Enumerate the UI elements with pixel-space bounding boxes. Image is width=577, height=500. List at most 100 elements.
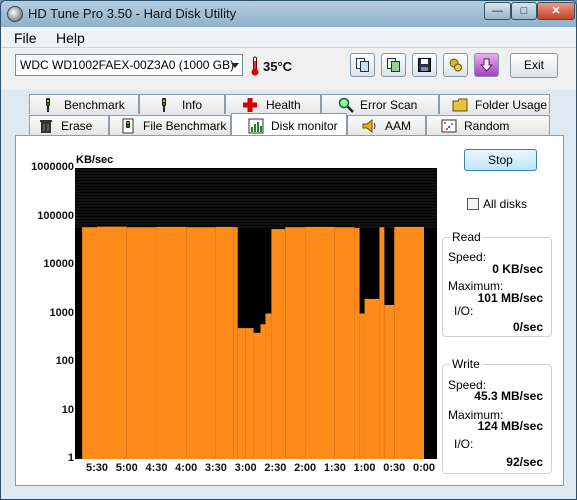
disk-activity-chart — [75, 168, 437, 459]
drive-select-value: WDC WD1002FAEX-00Z3A0 (1000 GB) — [20, 58, 235, 72]
tab-error-scan[interactable]: Error Scan — [321, 94, 439, 114]
write-bar — [237, 328, 246, 459]
write-bar — [394, 226, 424, 459]
write-bar — [82, 227, 97, 459]
tab-file-benchmark[interactable]: File Benchmark — [109, 115, 231, 135]
maximize-button[interactable]: □ — [511, 2, 537, 20]
write-bar — [384, 304, 395, 459]
write-bar — [253, 332, 261, 459]
disk-monitor-panel: KB/sec 1000000 100000 10000 1000 100 10 1 5:30… — [15, 135, 564, 486]
app-icon — [7, 6, 23, 22]
write-bar — [265, 313, 272, 459]
menu-help[interactable]: Help — [56, 30, 85, 46]
app-window: HD Tune Pro 3.50 - Hard Disk Utility — □… — [0, 0, 577, 500]
tab-erase-label: Erase — [61, 119, 93, 133]
trash-icon — [40, 120, 52, 133]
read-speed-label: Speed: — [448, 250, 487, 264]
x-tick-label: 4:00 — [175, 462, 198, 474]
options-button[interactable] — [443, 53, 468, 77]
write-bar — [156, 226, 187, 459]
tab-aam-label: AAM — [385, 119, 412, 133]
x-tick-label: 5:30 — [86, 462, 109, 474]
thermometer-icon — [251, 56, 259, 76]
benchmark-icon — [46, 98, 50, 112]
info-icon — [162, 98, 166, 112]
write-io-value: 92/sec — [506, 455, 543, 469]
x-tick-label: 2:30 — [264, 462, 287, 474]
write-bar — [186, 227, 216, 459]
exit-button[interactable]: Exit — [510, 53, 558, 78]
tab-erase[interactable]: Erase — [29, 115, 109, 135]
write-speed-value: 45.3 MB/sec — [474, 389, 543, 403]
write-bar — [285, 227, 306, 459]
random-access-icon — [441, 119, 457, 133]
copy-icon — [356, 58, 369, 72]
tab-info-label: Info — [182, 98, 203, 112]
tab-info[interactable]: Info — [139, 94, 225, 114]
tab-folder-usage-label: Folder Usage — [475, 98, 548, 112]
stop-button[interactable]: Stop — [464, 149, 537, 171]
write-bar — [245, 328, 254, 459]
title-bar[interactable]: HD Tune Pro 3.50 - Hard Disk Utility — □… — [1, 1, 576, 27]
x-tick-label: 4:30 — [145, 462, 168, 474]
read-io-label: I/O: — [454, 304, 474, 318]
window-title: HD Tune Pro 3.50 - Hard Disk Utility — [28, 6, 237, 21]
disk-monitor-icon — [248, 118, 264, 134]
tab-health[interactable]: Health — [225, 94, 321, 114]
write-bar — [334, 227, 355, 459]
read-speed-value: 0 KB/sec — [492, 262, 543, 276]
options-icon — [449, 58, 462, 72]
read-group-title: Read — [450, 230, 483, 244]
x-tick-label: 3:00 — [234, 462, 257, 474]
tab-folder-usage[interactable]: Folder Usage — [439, 94, 550, 114]
tab-benchmark[interactable]: Benchmark — [29, 94, 139, 114]
close-button[interactable]: ✕ — [537, 2, 575, 20]
tab-health-label: Health — [266, 98, 301, 112]
y-tick-label: 10 — [61, 403, 74, 416]
copy-all-button[interactable] — [381, 53, 406, 77]
tab-file-benchmark-label: File Benchmark — [143, 119, 227, 133]
write-bar — [379, 227, 385, 459]
x-tick-label: 0:30 — [383, 462, 406, 474]
drive-select[interactable]: WDC WD1002FAEX-00Z3A0 (1000 GB) — [15, 54, 243, 76]
tab-benchmark-label: Benchmark — [64, 98, 125, 112]
read-io-value: 0/sec — [512, 320, 543, 334]
tab-random-access[interactable]: Random Access — [426, 115, 550, 151]
copy-info-button[interactable] — [350, 53, 375, 77]
menu-bar: File Help — [1, 27, 576, 48]
tab-disk-monitor[interactable]: Disk monitor — [231, 113, 347, 135]
save-icon — [418, 58, 431, 72]
y-tick-label: 10000 — [43, 258, 74, 270]
all-disks-checkbox[interactable] — [467, 198, 479, 210]
copy-all-icon — [387, 58, 400, 72]
menu-file[interactable]: File — [14, 30, 37, 46]
x-tick-label: 1:00 — [353, 462, 376, 474]
save-button[interactable] — [412, 53, 437, 77]
all-disks-label: All disks — [483, 197, 528, 211]
write-bar — [271, 229, 286, 459]
arrow-down-icon — [480, 58, 493, 72]
x-tick-label: 1:30 — [323, 462, 346, 474]
x-tick-label: 0:00 — [413, 462, 436, 474]
file-benchmark-icon — [122, 118, 134, 134]
y-axis-unit: KB/sec — [76, 154, 114, 166]
write-io-label: I/O: — [454, 437, 474, 451]
download-button[interactable] — [474, 53, 499, 77]
y-tick-label: 100000 — [37, 209, 74, 222]
y-tick-label: 100 — [55, 355, 74, 367]
tab-disk-monitor-label: Disk monitor — [271, 119, 338, 133]
write-bar — [364, 298, 380, 459]
x-tick-label: 5:00 — [115, 462, 138, 474]
chevron-down-icon — [231, 63, 239, 68]
y-tick-label: 1 — [67, 452, 74, 464]
speaker-icon — [362, 118, 376, 134]
read-max-value: 101 MB/sec — [477, 291, 543, 305]
folder-icon — [452, 98, 468, 112]
write-bar — [233, 227, 238, 459]
read-group: Read Speed: 0 KB/sec Maximum: 101 MB/sec… — [442, 230, 552, 337]
tab-aam[interactable]: AAM — [347, 115, 426, 135]
tab-error-scan-label: Error Scan — [360, 98, 418, 112]
minimize-button[interactable]: — — [484, 2, 511, 20]
write-bar — [359, 313, 365, 459]
write-bar — [126, 227, 157, 459]
